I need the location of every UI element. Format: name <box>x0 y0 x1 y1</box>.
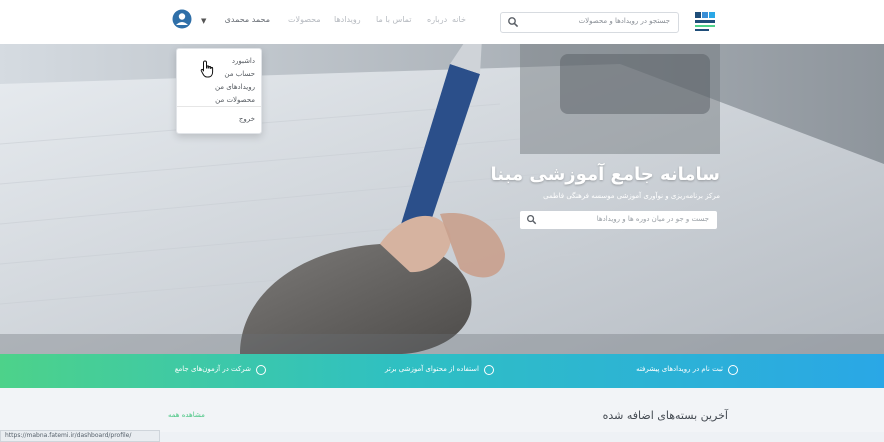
hero-background-image <box>0 44 884 354</box>
nav-contact[interactable]: تماس با ما <box>376 15 412 29</box>
hero-search-input[interactable]: جست و جو در میان دوره ها و رویدادها <box>520 211 717 229</box>
section-title: آخرین بسته‌های اضافه شده <box>602 409 728 422</box>
header-search-placeholder: جستجو در رویدادها و محصولات <box>578 17 670 25</box>
user-dropdown-menu: داشبورد حساب من رویدادهای من محصولات من … <box>176 48 262 134</box>
menu-item-my-products[interactable]: محصولات من <box>215 96 255 104</box>
hero-title: سامانه جامع آموزشی مبنا <box>490 164 720 185</box>
feature-top-content[interactable]: استفاده از محتوای آموزشی برتر <box>360 354 494 388</box>
feature-label: استفاده از محتوای آموزشی برتر <box>384 365 479 373</box>
menu-item-my-events[interactable]: رویدادهای من <box>215 83 255 91</box>
user-avatar-icon[interactable] <box>172 9 192 29</box>
nav-products[interactable]: محصولات <box>288 15 321 29</box>
user-name[interactable]: محمد محمدی <box>225 15 270 24</box>
search-icon[interactable] <box>507 16 519 28</box>
menu-item-my-account[interactable]: حساب من <box>224 70 255 78</box>
features-strip: ثبت نام در رویدادهای پیشرفته استفاده از … <box>0 354 884 388</box>
view-all-link[interactable]: مشاهده همه <box>168 411 205 419</box>
search-icon[interactable] <box>526 214 537 225</box>
feature-comprehensive-exams[interactable]: شرکت در آزمون‌های جامع <box>160 354 266 388</box>
hero-subtitle: مرکز برنامه‌ریزی و نوآوری آموزشی موسسه ف… <box>543 192 720 200</box>
feature-label: ثبت نام در رویدادهای پیشرفته <box>636 365 723 373</box>
nav-about[interactable]: درباره <box>427 15 447 29</box>
header-search-input[interactable]: جستجو در رویدادها و محصولات <box>500 12 679 33</box>
hero-search-placeholder: جست و جو در میان دوره ها و رویدادها <box>596 215 709 223</box>
logo-icon[interactable] <box>693 10 717 34</box>
feature-advanced-events[interactable]: ثبت نام در رویدادهای پیشرفته <box>610 354 738 388</box>
menu-item-dashboard[interactable]: داشبورد <box>232 57 255 65</box>
menu-item-logout[interactable]: خروج <box>239 115 255 123</box>
nav-events[interactable]: رویدادها <box>334 15 361 29</box>
latest-packages-section: آخرین بسته‌های اضافه شده مشاهده همه <box>0 388 884 432</box>
menu-divider <box>177 106 261 107</box>
hero-banner: سامانه جامع آموزشی مبنا مرکز برنامه‌ریزی… <box>0 44 884 354</box>
user-menu-toggle[interactable]: ▼ محمد محمدی <box>172 9 272 35</box>
top-header: جستجو در رویدادها و محصولات خانه درباره … <box>0 0 884 45</box>
circle-icon <box>256 365 266 375</box>
hand-pointer-icon <box>200 60 214 78</box>
feature-label: شرکت در آزمون‌های جامع <box>174 365 251 373</box>
chevron-down-icon[interactable]: ▼ <box>201 17 206 25</box>
nav-home[interactable]: خانه <box>452 15 466 29</box>
circle-icon <box>484 365 494 375</box>
circle-icon <box>728 365 738 375</box>
